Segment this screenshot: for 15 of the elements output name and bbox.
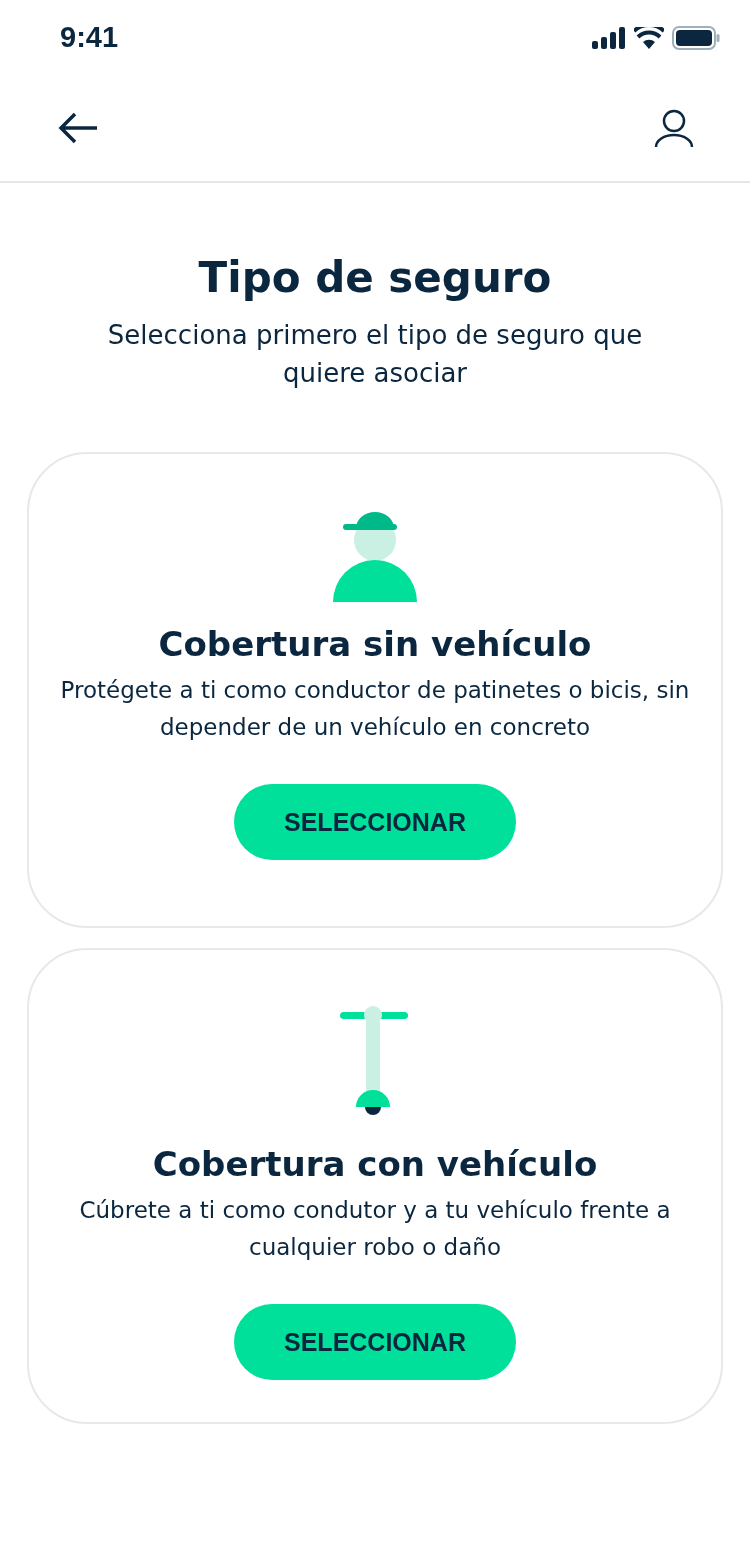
select-button[interactable]: SELECCIONAR <box>234 1304 516 1380</box>
option-description: Protégete a ti como conductor de patinetes o bicis, sin depender de un vehículo en concreto <box>59 676 691 742</box>
person-with-cap-icon <box>332 510 418 602</box>
option-description: Cúbrete a ti como condutor y a tu vehículo frente a cualquier robo o daño <box>78 1196 672 1262</box>
select-button[interactable]: SELECCIONAR <box>234 784 516 860</box>
back-arrow-icon[interactable] <box>58 112 98 144</box>
status-time: 9:41 <box>60 21 119 54</box>
signal-icon <box>592 26 626 49</box>
page-title: Tipo de seguro <box>198 253 552 302</box>
option-title: Cobertura con vehículo <box>152 1144 598 1184</box>
user-profile-icon[interactable] <box>654 108 694 148</box>
option-title: Cobertura sin vehículo <box>158 624 592 664</box>
page-subtitle: Selecciona primero el tipo de seguro que quiere asociar <box>106 319 644 390</box>
battery-icon <box>672 25 720 50</box>
wifi-icon <box>634 26 664 49</box>
